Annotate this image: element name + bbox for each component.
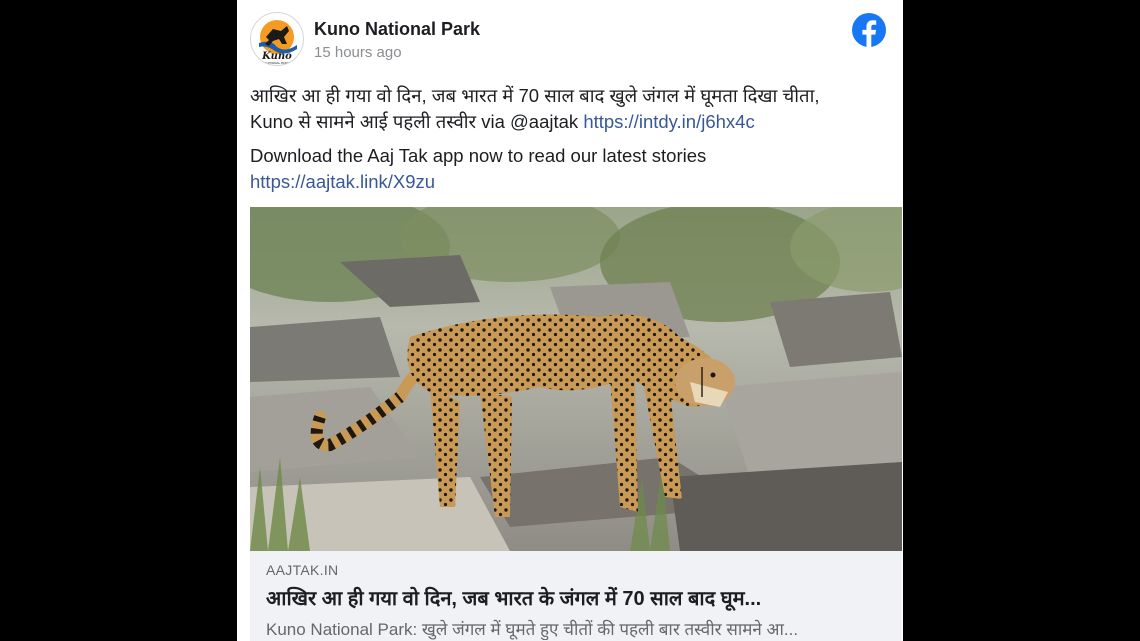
page-avatar[interactable]: Kuno NATIONAL PARK — [250, 12, 304, 66]
post-author[interactable]: Kuno National Park — [314, 19, 480, 40]
kuno-logo-icon: Kuno NATIONAL PARK — [259, 20, 297, 65]
cheetah-photo[interactable] — [250, 207, 902, 551]
post-cta-paragraph: Download the Aaj Tak app now to read our… — [250, 143, 890, 195]
link-preview[interactable]: AAJTAK.IN आखिर आ ही गया वो दिन, जब भारत … — [250, 551, 902, 641]
preview-headline[interactable]: आखिर आ ही गया वो दिन, जब भारत के जंगल मे… — [266, 584, 886, 611]
svg-text:NATIONAL PARK: NATIONAL PARK — [265, 61, 290, 65]
post-text-paragraph: आखिर आ ही गया वो दिन, जब भारत में 70 साल… — [250, 83, 890, 135]
facebook-icon[interactable] — [852, 13, 886, 47]
post-card: Kuno NATIONAL PARK Kuno National Park 15… — [237, 0, 903, 641]
post-body: आखिर आ ही गया वो दिन, जब भारत में 70 साल… — [250, 83, 890, 203]
preview-domain: AAJTAK.IN — [266, 562, 339, 578]
app-download-link[interactable]: https://aajtak.link/X9zu — [250, 171, 435, 192]
post-text-line1: आखिर आ ही गया वो दिन, जब भारत में 70 साल… — [250, 85, 820, 106]
post-cta-text: Download the Aaj Tak app now to read our… — [250, 145, 707, 166]
post-timestamp[interactable]: 15 hours ago — [314, 44, 402, 61]
post-link[interactable]: https://intdy.in/j6hx4c — [583, 111, 754, 132]
cheetah-image — [250, 207, 902, 551]
post-text-line2: Kuno से सामने आई पहली तस्वीर via @aajtak — [250, 111, 579, 132]
preview-description: Kuno National Park: खुले जंगल में घूमते … — [266, 620, 799, 639]
